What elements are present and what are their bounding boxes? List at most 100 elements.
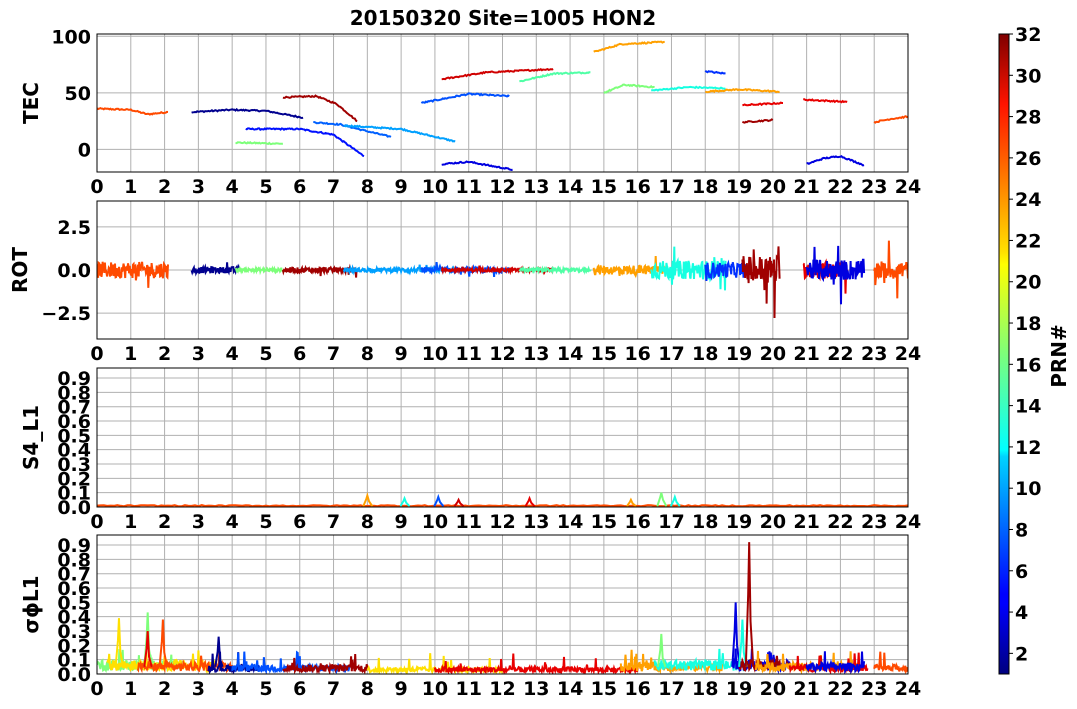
x-tick-label: 7 [327,343,340,365]
colorbar-tick-label: 12 [1015,437,1041,459]
tec-series-prn-31 [741,118,774,124]
x-tick-label: 24 [895,511,921,533]
tec-series-prn-9 [313,121,392,138]
x-tick-label: 1 [124,678,137,700]
tec-series-prn-26 [97,107,169,116]
x-tick-label: 1 [124,176,137,198]
x-tick-label: 22 [827,343,853,365]
rot-series-prn-26 [873,240,908,299]
colorbar-tick-label: 26 [1015,148,1041,170]
x-tick-label: 6 [293,511,306,533]
x-tick-label: 9 [395,511,408,533]
x-tick-label: 13 [523,343,549,365]
rot-series-prn-5 [805,245,866,305]
colorbar-tick-label: 24 [1015,189,1041,211]
tec-series-prn-5 [441,160,513,172]
tec-series-prn-17 [603,83,655,94]
colorbar: 2468101214161820222426283032PRN# [998,24,1071,675]
x-tick-label: 0 [90,678,103,700]
x-tick-label: 8 [361,511,374,533]
y-tick-label: 100 [51,26,91,48]
x-tick-label: 22 [827,176,853,198]
y-tick-label: 0.9 [57,535,91,557]
x-tick-label: 23 [861,176,887,198]
figure: 20150320 Site=1005 HON2 0 1 2 3 4 5 6 7 8 9 10 11 12… [8,6,1071,700]
x-tick-label: 8 [361,176,374,198]
x-tick-label: 19 [726,511,752,533]
x-tick-label: 4 [226,678,239,700]
tec-series-prn-17 [235,141,283,146]
x-tick-label: 23 [861,678,887,700]
x-tick-label: 18 [692,176,718,198]
sigma-phi-spike [744,542,755,667]
x-tick-label: 12 [489,678,515,700]
x-tick-label: 21 [793,511,819,533]
x-tick-label: 15 [591,343,617,365]
x-tick-label: 0 [90,176,103,198]
x-tick-label: 14 [557,511,583,533]
tec-series-prn-24 [704,88,780,94]
y-tick-label: 50 [65,83,91,105]
x-tick-label: 20 [760,511,786,533]
y-tick-label: 0.0 [57,260,91,282]
y-tick-label: 0.9 [57,368,91,390]
x-tick-label: 2 [158,678,171,700]
x-tick-label: 23 [861,343,887,365]
s4-baseline [97,504,908,507]
x-tick-label: 11 [455,176,481,198]
rot-series-prn-26 [97,260,169,288]
rot-series-prn-17 [234,264,284,276]
x-tick-label: 2 [158,176,171,198]
colorbar-tick-label: 28 [1015,107,1041,129]
colorbar-tick-label: 20 [1015,272,1041,294]
x-tick-label: 18 [692,678,718,700]
tec-series-prn-7 [704,69,726,75]
x-tick-label: 20 [760,343,786,365]
x-tick-label: 12 [489,343,515,365]
y-axis-label: σϕL1 [19,575,43,633]
s4-spike [656,492,668,507]
y-tick-label: 0 [78,139,91,161]
x-tick-label: 16 [624,343,650,365]
colorbar-tick-label: 16 [1015,354,1041,376]
x-tick-label: 5 [259,511,272,533]
x-tick-label: 22 [827,511,853,533]
panel-rot: 0 1 2 3 4 5 6 7 8 9 10 11 12 13 14 15 16 17 18 19 20 21 22 23 24… [8,200,921,365]
x-tick-label: 21 [793,176,819,198]
x-tick-label: 18 [692,343,718,365]
x-tick-label: 19 [726,678,752,700]
x-tick-label: 7 [327,511,340,533]
x-tick-label: 15 [591,678,617,700]
x-tick-label: 8 [361,343,374,365]
x-tick-label: 9 [395,343,408,365]
x-tick-label: 14 [557,678,583,700]
x-tick-label: 16 [624,176,650,198]
x-tick-label: 17 [658,176,684,198]
x-tick-label: 8 [361,678,374,700]
x-tick-label: 12 [489,511,515,533]
colorbar-tick-label: 22 [1015,230,1041,252]
x-tick-label: 19 [726,176,752,198]
x-tick-label: 1 [124,511,137,533]
y-axis-label: ROT [8,247,32,293]
x-tick-label: 6 [293,678,306,700]
tec-series-prn-28 [742,101,783,107]
y-axis-label: TEC [19,82,43,124]
x-tick-label: 6 [293,176,306,198]
x-tick-label: 7 [327,176,340,198]
tec-series-prn-11 [343,124,456,143]
x-tick-label: 14 [557,176,583,198]
tec-series-prn-5 [806,154,865,167]
x-tick-label: 10 [422,678,448,700]
tec-series-prn-15 [518,71,591,83]
x-tick-label: 21 [793,343,819,365]
x-tick-label: 10 [422,176,448,198]
x-tick-label: 24 [895,678,921,700]
x-tick-label: 12 [489,176,515,198]
rot-series-prn-15 [518,264,592,276]
x-tick-label: 2 [158,511,171,533]
x-tick-label: 4 [226,176,239,198]
x-tick-label: 3 [192,678,205,700]
x-tick-label: 11 [455,343,481,365]
x-tick-label: 3 [192,511,205,533]
